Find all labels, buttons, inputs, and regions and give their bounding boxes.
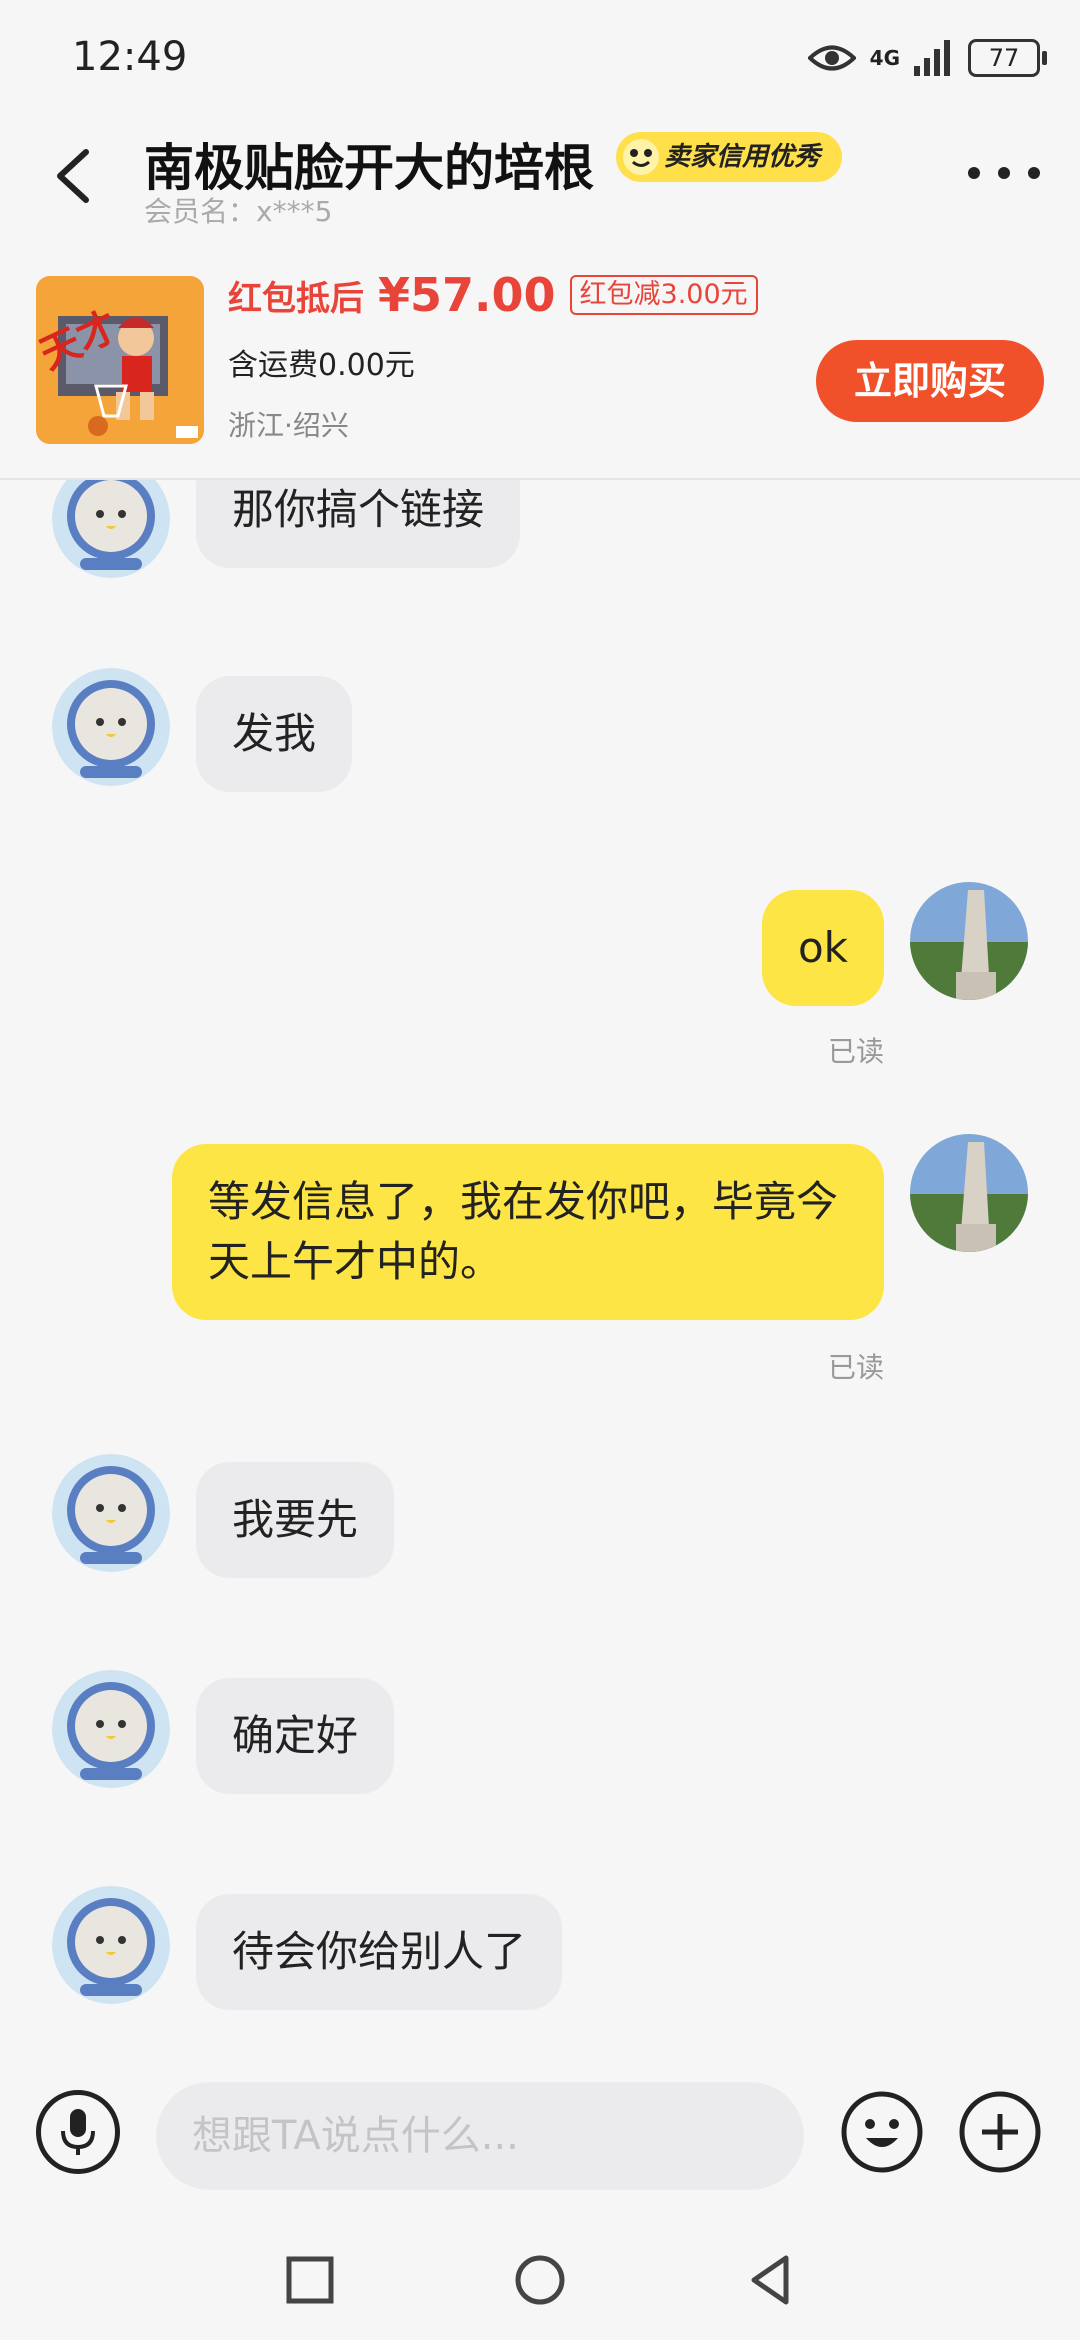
system-nav-bar — [0, 2220, 1080, 2340]
home-icon[interactable] — [510, 2250, 570, 2310]
cat-avatar-icon — [52, 668, 170, 786]
message-bubble[interactable]: 等发信息了，我在发你吧，毕竟今天上午才中的。 — [172, 1144, 884, 1320]
more-dots-icon[interactable] — [968, 158, 1040, 188]
avatar[interactable] — [910, 1134, 1028, 1252]
message-bubble[interactable]: 确定好 — [196, 1678, 395, 1794]
emoji-icon[interactable] — [840, 2090, 924, 2174]
microphone-glyph — [61, 2109, 95, 2155]
cat-avatar-icon — [52, 1454, 170, 1572]
landscape-avatar-icon — [910, 882, 1028, 1000]
message-bubble[interactable]: 发我 — [196, 676, 353, 792]
avatar[interactable] — [910, 882, 1028, 1000]
message-item: 发我 — [0, 668, 1080, 818]
message-item: 我要先 — [0, 1454, 1080, 1604]
avatar[interactable] — [52, 480, 170, 578]
message-item: ok 已读 — [0, 882, 1080, 1072]
price-row: 红包抵后 ¥57.00 红包减3.00元 — [228, 268, 758, 322]
price-value: ¥57.00 — [378, 268, 556, 322]
avatar[interactable] — [52, 1454, 170, 1572]
landscape-avatar-icon — [910, 1134, 1028, 1252]
battery-indicator: 77 — [968, 39, 1047, 77]
message-item: 那你搞个链接 — [0, 480, 1080, 602]
status-time: 12:49 — [72, 34, 188, 80]
read-status: 已读 — [827, 1351, 884, 1384]
signal-icon — [914, 40, 950, 76]
chevron-left-icon[interactable] — [46, 146, 106, 206]
status-bar: 12:49 4G 77 — [0, 0, 1080, 118]
message-item: 确定好 — [0, 1670, 1080, 1820]
network-type: 4G — [869, 46, 900, 70]
product-thumbnail[interactable]: 天才 — [36, 276, 204, 444]
buy-now-button[interactable]: 立即购买 — [816, 340, 1044, 422]
location: 浙江·绍兴 — [228, 409, 349, 442]
microphone-icon[interactable] — [36, 2090, 120, 2174]
product-image: 天才 — [36, 276, 204, 444]
coupon-badge: 红包减3.00元 — [569, 275, 758, 315]
message-input[interactable] — [156, 2082, 804, 2190]
cat-avatar-icon — [52, 1886, 170, 2004]
message-bubble[interactable]: 待会你给别人了 — [196, 1894, 563, 2010]
member-name: 会员名：x***5 — [144, 195, 333, 228]
price-label: 红包抵后 — [228, 278, 364, 319]
cat-avatar-icon — [52, 480, 170, 578]
back-triangle-icon[interactable] — [740, 2250, 800, 2310]
message-item: 待会你给别人了 — [0, 1886, 1080, 2036]
cat-avatar-icon — [52, 1670, 170, 1788]
avatar[interactable] — [52, 668, 170, 786]
message-bubble[interactable]: 那你搞个链接 — [196, 480, 521, 568]
message-bubble[interactable]: 我要先 — [196, 1462, 395, 1578]
credit-badge-label: 卖家信用优秀 — [664, 142, 821, 172]
message-item: 等发信息了，我在发你吧，毕竟今天上午才中的。 已读 — [0, 1134, 1080, 1394]
message-bubble[interactable]: ok — [761, 890, 884, 1006]
credit-badge[interactable]: 卖家信用优秀 — [616, 132, 843, 182]
message-list[interactable]: 那你搞个链接 发我 ok 已读 等发信息了，我在发你吧，毕竟今天上午才中的。 已… — [0, 480, 1080, 2070]
avatar[interactable] — [52, 1886, 170, 2004]
avatar[interactable] — [52, 1670, 170, 1788]
recent-apps-icon[interactable] — [280, 2250, 340, 2310]
plus-icon[interactable] — [958, 2090, 1042, 2174]
chat-header: 南极贴脸开大的培根 卖家信用优秀 会员名：x***5 天才 红包抵后 ¥57.0… — [0, 118, 1080, 480]
smile-face-icon — [623, 139, 659, 175]
status-icons: 4G 77 — [807, 30, 1047, 86]
read-status: 已读 — [827, 1035, 884, 1068]
eye-icon — [807, 45, 856, 71]
shipping-info: 含运费0.00元 — [228, 348, 415, 383]
